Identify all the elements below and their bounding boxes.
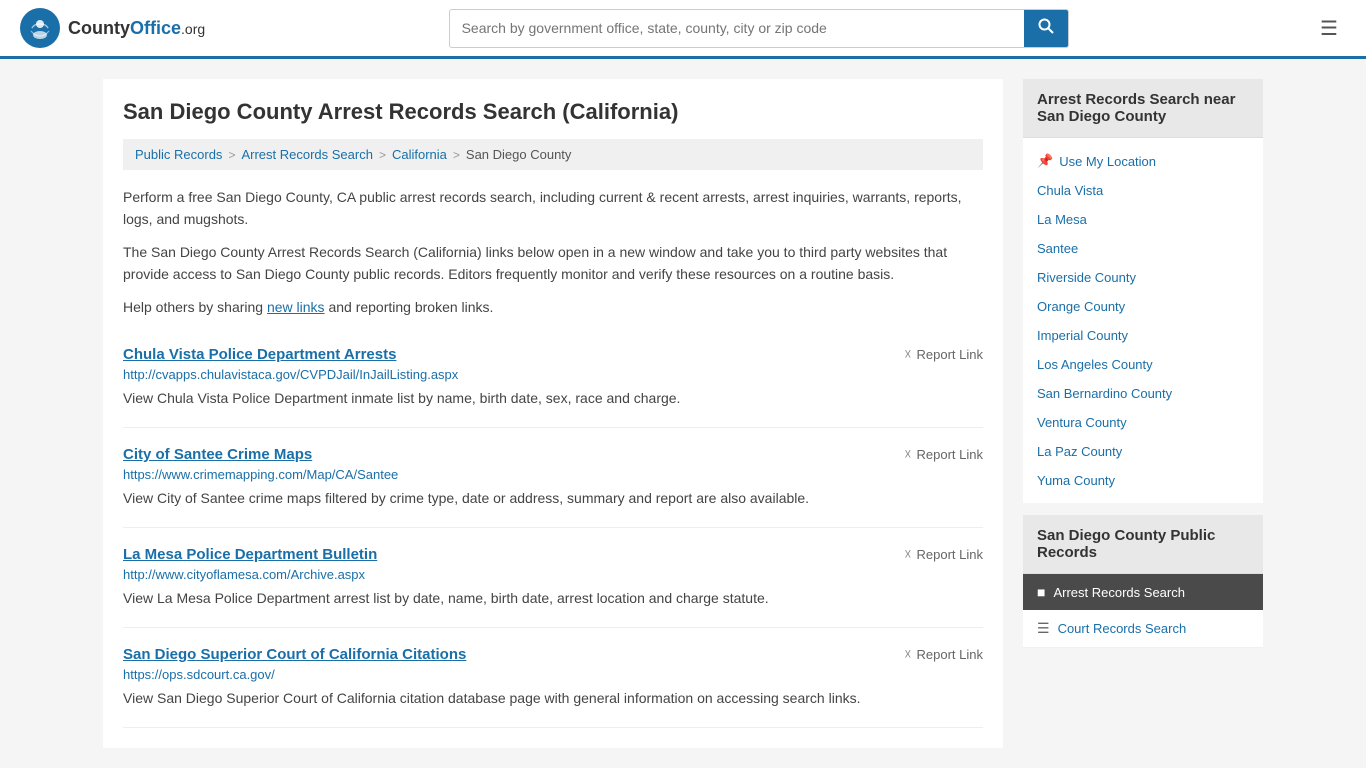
new-links-link[interactable]: new links — [267, 299, 325, 315]
breadcrumb-sep-1: > — [228, 148, 235, 162]
sidebar-nearby-item-8[interactable]: Ventura County — [1023, 408, 1263, 437]
intro-para-1: Perform a free San Diego County, CA publ… — [123, 186, 983, 231]
result-url-0[interactable]: http://cvapps.chulavistaca.gov/CVPDJail/… — [123, 367, 983, 382]
sidebar-public-records-section: San Diego County Public Records ■ Arrest… — [1023, 515, 1263, 648]
sidebar-nearby-item-10[interactable]: Yuma County — [1023, 466, 1263, 495]
report-icon-3: ☓ — [904, 646, 911, 663]
nearby-link-6[interactable]: Los Angeles County — [1037, 357, 1153, 372]
breadcrumb-california[interactable]: California — [392, 147, 447, 162]
breadcrumb-current: San Diego County — [466, 147, 572, 162]
report-link-button-2[interactable]: ☓ Report Link — [904, 546, 983, 563]
result-url-2[interactable]: http://www.cityoflamesa.com/Archive.aspx — [123, 567, 983, 582]
site-header: CountyOffice.org ☰ — [0, 0, 1366, 59]
breadcrumb: Public Records > Arrest Records Search >… — [123, 139, 983, 170]
pin-icon: 📌 — [1037, 153, 1053, 169]
page-title: San Diego County Arrest Records Search (… — [123, 99, 983, 125]
sidebar-inactive-court-records[interactable]: ☰ Court Records Search — [1023, 610, 1263, 648]
main-container: San Diego County Arrest Records Search (… — [83, 59, 1283, 768]
sidebar-nearby-item-0[interactable]: Chula Vista — [1023, 176, 1263, 205]
nearby-link-2[interactable]: Santee — [1037, 241, 1078, 256]
result-title-2[interactable]: La Mesa Police Department Bulletin — [123, 546, 377, 563]
menu-button[interactable]: ☰ — [1312, 12, 1346, 45]
result-item: La Mesa Police Department Bulletin ☓ Rep… — [123, 528, 983, 628]
result-desc-2: View La Mesa Police Department arrest li… — [123, 588, 983, 609]
report-link-button-1[interactable]: ☓ Report Link — [904, 446, 983, 463]
logo-icon — [20, 8, 60, 48]
logo-area: CountyOffice.org — [20, 8, 205, 48]
result-item: City of Santee Crime Maps ☓ Report Link … — [123, 428, 983, 528]
result-desc-0: View Chula Vista Police Department inmat… — [123, 388, 983, 409]
nearby-link-5[interactable]: Imperial County — [1037, 328, 1128, 343]
intro-para-3: Help others by sharing new links and rep… — [123, 296, 983, 318]
result-header-0: Chula Vista Police Department Arrests ☓ … — [123, 346, 983, 363]
results-container: Chula Vista Police Department Arrests ☓ … — [123, 328, 983, 728]
result-url-3[interactable]: https://ops.sdcourt.ca.gov/ — [123, 667, 983, 682]
use-my-location-link[interactable]: Use My Location — [1059, 154, 1156, 169]
nearby-link-4[interactable]: Orange County — [1037, 299, 1125, 314]
content-area: San Diego County Arrest Records Search (… — [103, 79, 1003, 748]
report-link-label-2: Report Link — [917, 547, 983, 562]
breadcrumb-arrest-records[interactable]: Arrest Records Search — [241, 147, 373, 162]
sidebar-nearby-content: 📌 Use My Location Chula Vista La Mesa Sant… — [1023, 138, 1263, 503]
sidebar-nearby-header: Arrest Records Search near San Diego Cou… — [1023, 79, 1263, 138]
result-url-1[interactable]: https://www.crimemapping.com/Map/CA/Sant… — [123, 467, 983, 482]
report-icon-0: ☓ — [904, 346, 911, 363]
sidebar-public-records-header: San Diego County Public Records — [1023, 515, 1263, 574]
nearby-link-10[interactable]: Yuma County — [1037, 473, 1115, 488]
report-link-button-0[interactable]: ☓ Report Link — [904, 346, 983, 363]
nearby-link-7[interactable]: San Bernardino County — [1037, 386, 1172, 401]
result-header-1: City of Santee Crime Maps ☓ Report Link — [123, 446, 983, 463]
result-item: Chula Vista Police Department Arrests ☓ … — [123, 328, 983, 428]
breadcrumb-public-records[interactable]: Public Records — [135, 147, 222, 162]
report-link-label-1: Report Link — [917, 447, 983, 462]
sidebar-nearby-item-9[interactable]: La Paz County — [1023, 437, 1263, 466]
sidebar-active-arrest-records[interactable]: ■ Arrest Records Search — [1023, 574, 1263, 610]
nearby-link-8[interactable]: Ventura County — [1037, 415, 1127, 430]
nearby-link-0[interactable]: Chula Vista — [1037, 183, 1103, 198]
report-icon-1: ☓ — [904, 446, 911, 463]
nearby-link-1[interactable]: La Mesa — [1037, 212, 1087, 227]
sidebar-nearby-item-1[interactable]: La Mesa — [1023, 205, 1263, 234]
result-item: San Diego Superior Court of California C… — [123, 628, 983, 728]
result-title-1[interactable]: City of Santee Crime Maps — [123, 446, 312, 463]
breadcrumb-sep-3: > — [453, 148, 460, 162]
result-desc-1: View City of Santee crime maps filtered … — [123, 488, 983, 509]
breadcrumb-sep-2: > — [379, 148, 386, 162]
sidebar-nearby-item-4[interactable]: Orange County — [1023, 292, 1263, 321]
sidebar-nearby-item-5[interactable]: Imperial County — [1023, 321, 1263, 350]
result-header-2: La Mesa Police Department Bulletin ☓ Rep… — [123, 546, 983, 563]
nearby-link-3[interactable]: Riverside County — [1037, 270, 1136, 285]
search-bar — [449, 9, 1069, 48]
search-button[interactable] — [1024, 10, 1068, 47]
arrest-records-label: Arrest Records Search — [1053, 585, 1185, 600]
report-link-button-3[interactable]: ☓ Report Link — [904, 646, 983, 663]
sidebar-nearby-item-2[interactable]: Santee — [1023, 234, 1263, 263]
report-link-label-3: Report Link — [917, 647, 983, 662]
result-desc-3: View San Diego Superior Court of Califor… — [123, 688, 983, 709]
sidebar-nearby-item-7[interactable]: San Bernardino County — [1023, 379, 1263, 408]
report-icon-2: ☓ — [904, 546, 911, 563]
sidebar-use-location[interactable]: 📌 Use My Location — [1023, 146, 1263, 176]
court-records-label: Court Records Search — [1058, 621, 1187, 636]
sidebar-nearby-item-3[interactable]: Riverside County — [1023, 263, 1263, 292]
sidebar: Arrest Records Search near San Diego Cou… — [1023, 79, 1263, 748]
search-input[interactable] — [450, 12, 1024, 44]
court-records-icon: ☰ — [1037, 620, 1050, 637]
arrest-records-icon: ■ — [1037, 584, 1045, 600]
sidebar-nearby-item-6[interactable]: Los Angeles County — [1023, 350, 1263, 379]
sidebar-nearby-items: Chula Vista La Mesa Santee Riverside County… — [1023, 176, 1263, 495]
sidebar-nearby-section: Arrest Records Search near San Diego Cou… — [1023, 79, 1263, 503]
logo-text: CountyOffice.org — [68, 18, 205, 39]
result-title-0[interactable]: Chula Vista Police Department Arrests — [123, 346, 396, 363]
report-link-label-0: Report Link — [917, 347, 983, 362]
result-header-3: San Diego Superior Court of California C… — [123, 646, 983, 663]
result-title-3[interactable]: San Diego Superior Court of California C… — [123, 646, 466, 663]
intro-para-2: The San Diego County Arrest Records Sear… — [123, 241, 983, 286]
nearby-link-9[interactable]: La Paz County — [1037, 444, 1122, 459]
